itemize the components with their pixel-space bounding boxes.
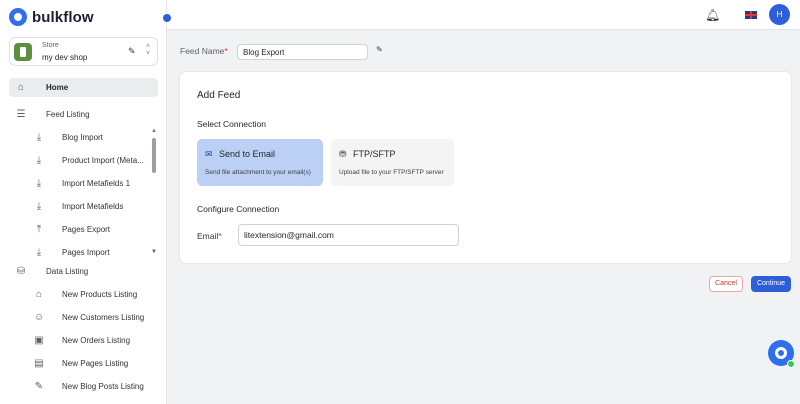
sidebar-item-label: New Orders Listing [62, 336, 131, 345]
pencil-icon[interactable]: ✎ [376, 45, 383, 54]
shopify-bag-icon [14, 43, 32, 61]
cancel-button[interactable]: Cancel [709, 276, 743, 292]
select-connection-heading: Select Connection [197, 119, 266, 129]
configure-connection-heading: Configure Connection [197, 204, 280, 214]
sidebar-item-label: Blog Import [62, 133, 103, 142]
scrollbar-thumb[interactable] [152, 138, 156, 173]
pencil-icon[interactable]: ✎ [128, 46, 136, 57]
email-label: Email* [197, 231, 222, 241]
connection-option-email[interactable]: ✉ Send to Email Send file attachment to … [197, 139, 323, 186]
customer-icon: ☺ [33, 312, 45, 323]
scroll-up-arrow-icon[interactable]: ▲ [151, 128, 157, 134]
feed-name-input[interactable] [237, 44, 368, 60]
connection-option-title: FTP/SFTP [353, 149, 396, 159]
uk-flag-icon[interactable] [745, 11, 757, 19]
feed-name-label: Feed Name* [180, 46, 228, 56]
download-icon: ⤓ [36, 201, 42, 212]
brand[interactable]: bulkflow [9, 7, 94, 27]
sidebar-item-new-pages-listing[interactable]: ▤ New Pages Listing [9, 356, 149, 372]
sidebar-collapse-toggle[interactable] [163, 14, 171, 22]
sidebar-item-label: Pages Import [62, 248, 110, 257]
list-icon: ☰ [16, 109, 26, 120]
connection-option-ftp[interactable]: ⛃ FTP/SFTP Upload file to your FTP/SFTP … [331, 139, 454, 186]
download-icon: ⤓ [36, 178, 42, 189]
store-name: my dev shop [42, 53, 88, 62]
sidebar-section-feed-listing[interactable]: ☰ Feed Listing [9, 107, 158, 123]
download-icon: ⤓ [36, 132, 42, 143]
sidebar-section-label: Data Listing [46, 267, 89, 276]
continue-button[interactable]: Continue [751, 276, 791, 292]
envelope-icon: ✉ [205, 149, 213, 159]
sidebar-item-label: Import Metafields [62, 202, 124, 211]
sidebar-item-label: Import Metafields 1 [62, 179, 131, 188]
connection-option-description: Upload file to your FTP/SFTP server [339, 169, 444, 176]
ftp-server-icon: ⛃ [339, 149, 347, 159]
sidebar-item-label: New Pages Listing [62, 359, 129, 368]
email-field[interactable] [238, 224, 459, 246]
home-icon: ⌂ [17, 82, 25, 93]
card-title: Add Feed [197, 90, 241, 101]
required-mark: * [224, 46, 228, 56]
order-icon: ▣ [34, 335, 44, 346]
sidebar-item-label: Pages Export [62, 225, 111, 234]
sidebar-item-new-customers-listing[interactable]: ☺ New Customers Listing [9, 310, 149, 326]
sidebar-item-new-products-listing[interactable]: ⌂ New Products Listing [9, 287, 149, 303]
sidebar-item-product-import[interactable]: ⤓ Product Import (Meta... [9, 153, 149, 169]
avatar[interactable]: H [769, 4, 790, 25]
sidebar-item-pages-export[interactable]: ⤒ Pages Export [9, 222, 149, 238]
download-icon: ⤓ [36, 247, 42, 258]
sidebar-item-label: New Blog Posts Listing [62, 382, 144, 391]
sidebar-item-label: Home [46, 83, 69, 92]
sidebar-item-blog-import[interactable]: ⤓ Blog Import [9, 130, 149, 146]
sidebar-item-label: New Products Listing [62, 290, 138, 299]
brand-name: bulkflow [32, 8, 94, 26]
connection-option-description: Send file attachment to your email(s) [205, 169, 311, 176]
product-tag-icon: ⌂ [35, 289, 43, 300]
sidebar-item-import-metafields-1[interactable]: ⤓ Import Metafields 1 [9, 176, 149, 192]
database-icon: ⛁ [16, 266, 26, 277]
sidebar-section-data-listing[interactable]: ⛁ Data Listing [9, 264, 158, 280]
scroll-down-arrow-icon[interactable]: ▼ [151, 249, 157, 255]
store-label: Store [42, 42, 59, 49]
online-status-dot [787, 360, 795, 368]
sidebar-item-new-orders-listing[interactable]: ▣ New Orders Listing [9, 333, 149, 349]
top-bar: 🔔︎ H [167, 0, 800, 30]
bell-icon[interactable]: 🔔︎ [705, 8, 720, 22]
chevron-up-down-icon[interactable]: ˄ ˅ [146, 43, 150, 57]
add-feed-card: Add Feed Select Connection ✉ Send to Ema… [180, 72, 791, 263]
bulkflow-logo-icon [9, 8, 27, 26]
sidebar-item-pages-import[interactable]: ⤓ Pages Import [9, 245, 149, 261]
sidebar-scrollbar[interactable]: ▲ ▼ [151, 128, 157, 258]
feed-name-label-text: Feed Name [180, 46, 225, 56]
sidebar: bulkflow Store my dev shop ✎ ˄ ˅ ⌂ Home ☰… [0, 0, 167, 404]
email-label-text: Email [197, 231, 219, 241]
store-selector[interactable]: Store my dev shop ✎ ˄ ˅ [9, 37, 158, 66]
download-icon: ⤓ [36, 155, 42, 166]
page-icon: ▤ [34, 358, 44, 369]
sidebar-item-label: New Customers Listing [62, 313, 145, 322]
sidebar-item-import-metafields[interactable]: ⤓ Import Metafields [9, 199, 149, 215]
required-mark: * [218, 231, 222, 241]
sidebar-item-new-blog-posts-listing[interactable]: ✎ New Blog Posts Listing [9, 379, 149, 395]
sidebar-item-home[interactable]: ⌂ Home [9, 78, 158, 97]
upload-icon: ⤒ [36, 224, 42, 235]
sidebar-item-label: Product Import (Meta... [62, 156, 144, 165]
sidebar-section-label: Feed Listing [46, 110, 90, 119]
blog-post-icon: ✎ [34, 381, 44, 392]
connection-option-title: Send to Email [219, 149, 276, 159]
